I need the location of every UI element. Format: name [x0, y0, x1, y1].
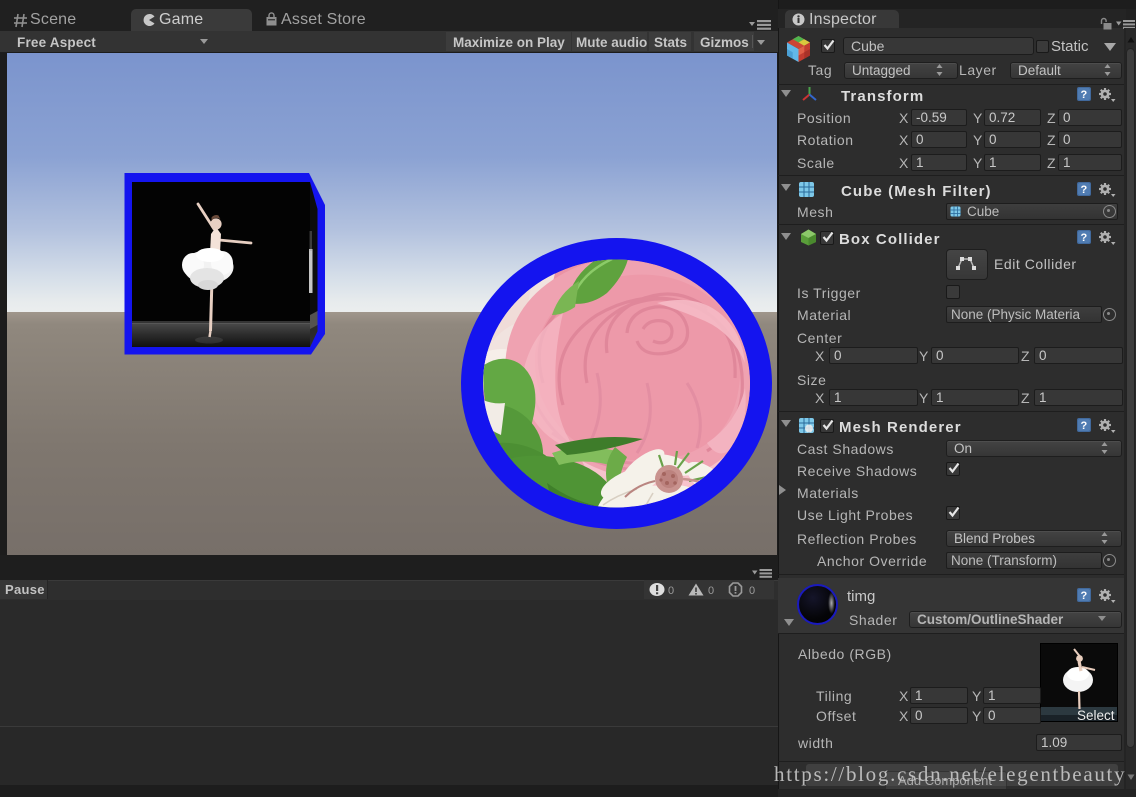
svg-text:?: ?: [1081, 184, 1088, 196]
svg-text:0: 0: [708, 585, 714, 597]
svg-text:0: 0: [668, 585, 674, 597]
svg-text:?: ?: [1081, 232, 1088, 244]
svg-text:0: 0: [749, 585, 755, 597]
svg-text:?: ?: [1081, 420, 1088, 432]
svg-text:?: ?: [1081, 89, 1088, 101]
svg-text:?: ?: [1081, 590, 1088, 602]
